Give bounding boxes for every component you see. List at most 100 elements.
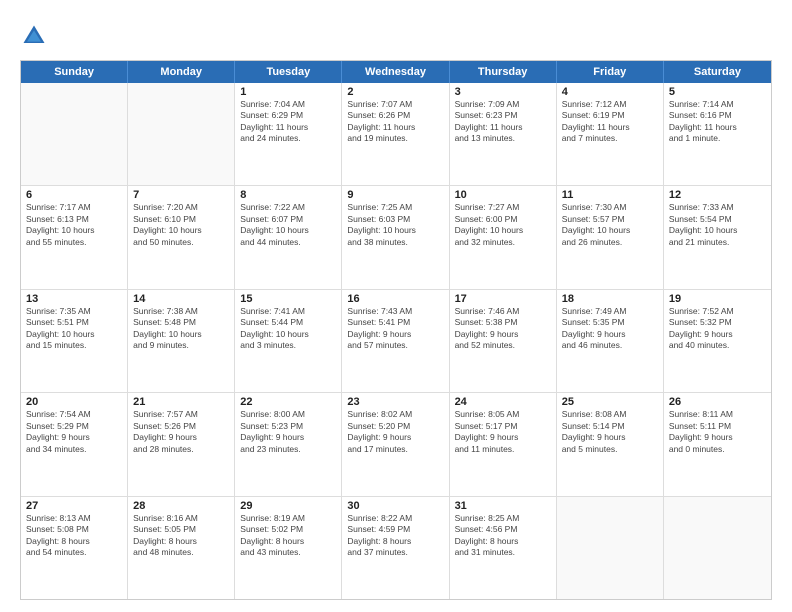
day-detail: Sunrise: 8:25 AM Sunset: 4:56 PM Dayligh… [455, 513, 551, 559]
day-number: 14 [133, 293, 229, 305]
day-number: 21 [133, 396, 229, 408]
calendar-cell: 29Sunrise: 8:19 AM Sunset: 5:02 PM Dayli… [235, 497, 342, 599]
day-number: 13 [26, 293, 122, 305]
calendar-cell: 13Sunrise: 7:35 AM Sunset: 5:51 PM Dayli… [21, 290, 128, 392]
calendar-cell: 19Sunrise: 7:52 AM Sunset: 5:32 PM Dayli… [664, 290, 771, 392]
calendar-cell: 12Sunrise: 7:33 AM Sunset: 5:54 PM Dayli… [664, 186, 771, 288]
cal-header-day: Sunday [21, 61, 128, 83]
day-number: 26 [669, 396, 766, 408]
calendar: SundayMondayTuesdayWednesdayThursdayFrid… [20, 60, 772, 600]
calendar-row: 27Sunrise: 8:13 AM Sunset: 5:08 PM Dayli… [21, 497, 771, 599]
day-number: 4 [562, 86, 658, 98]
day-detail: Sunrise: 8:22 AM Sunset: 4:59 PM Dayligh… [347, 513, 443, 559]
calendar-cell: 10Sunrise: 7:27 AM Sunset: 6:00 PM Dayli… [450, 186, 557, 288]
calendar-cell: 31Sunrise: 8:25 AM Sunset: 4:56 PM Dayli… [450, 497, 557, 599]
calendar-cell: 14Sunrise: 7:38 AM Sunset: 5:48 PM Dayli… [128, 290, 235, 392]
calendar-cell [664, 497, 771, 599]
day-detail: Sunrise: 8:11 AM Sunset: 5:11 PM Dayligh… [669, 409, 766, 455]
day-detail: Sunrise: 8:05 AM Sunset: 5:17 PM Dayligh… [455, 409, 551, 455]
day-detail: Sunrise: 8:00 AM Sunset: 5:23 PM Dayligh… [240, 409, 336, 455]
day-number: 3 [455, 86, 551, 98]
day-detail: Sunrise: 7:52 AM Sunset: 5:32 PM Dayligh… [669, 306, 766, 352]
calendar-cell [21, 83, 128, 185]
header [20, 18, 772, 50]
page: SundayMondayTuesdayWednesdayThursdayFrid… [0, 0, 792, 612]
day-number: 8 [240, 189, 336, 201]
day-number: 17 [455, 293, 551, 305]
day-number: 22 [240, 396, 336, 408]
day-number: 16 [347, 293, 443, 305]
day-number: 30 [347, 500, 443, 512]
calendar-row: 20Sunrise: 7:54 AM Sunset: 5:29 PM Dayli… [21, 393, 771, 496]
day-number: 29 [240, 500, 336, 512]
calendar-cell: 1Sunrise: 7:04 AM Sunset: 6:29 PM Daylig… [235, 83, 342, 185]
calendar-cell: 15Sunrise: 7:41 AM Sunset: 5:44 PM Dayli… [235, 290, 342, 392]
day-number: 24 [455, 396, 551, 408]
logo-icon [20, 22, 48, 50]
calendar-cell: 20Sunrise: 7:54 AM Sunset: 5:29 PM Dayli… [21, 393, 128, 495]
cal-header-day: Friday [557, 61, 664, 83]
day-detail: Sunrise: 7:17 AM Sunset: 6:13 PM Dayligh… [26, 202, 122, 248]
cal-header-day: Wednesday [342, 61, 449, 83]
calendar-cell: 21Sunrise: 7:57 AM Sunset: 5:26 PM Dayli… [128, 393, 235, 495]
calendar-cell [128, 83, 235, 185]
calendar-cell: 27Sunrise: 8:13 AM Sunset: 5:08 PM Dayli… [21, 497, 128, 599]
calendar-cell: 7Sunrise: 7:20 AM Sunset: 6:10 PM Daylig… [128, 186, 235, 288]
day-detail: Sunrise: 8:19 AM Sunset: 5:02 PM Dayligh… [240, 513, 336, 559]
day-detail: Sunrise: 7:33 AM Sunset: 5:54 PM Dayligh… [669, 202, 766, 248]
day-detail: Sunrise: 8:02 AM Sunset: 5:20 PM Dayligh… [347, 409, 443, 455]
day-detail: Sunrise: 8:16 AM Sunset: 5:05 PM Dayligh… [133, 513, 229, 559]
calendar-cell: 16Sunrise: 7:43 AM Sunset: 5:41 PM Dayli… [342, 290, 449, 392]
day-number: 25 [562, 396, 658, 408]
calendar-cell: 5Sunrise: 7:14 AM Sunset: 6:16 PM Daylig… [664, 83, 771, 185]
calendar-cell: 4Sunrise: 7:12 AM Sunset: 6:19 PM Daylig… [557, 83, 664, 185]
day-number: 19 [669, 293, 766, 305]
day-detail: Sunrise: 7:38 AM Sunset: 5:48 PM Dayligh… [133, 306, 229, 352]
day-detail: Sunrise: 7:46 AM Sunset: 5:38 PM Dayligh… [455, 306, 551, 352]
day-number: 15 [240, 293, 336, 305]
cal-header-day: Monday [128, 61, 235, 83]
calendar-cell: 18Sunrise: 7:49 AM Sunset: 5:35 PM Dayli… [557, 290, 664, 392]
day-detail: Sunrise: 7:54 AM Sunset: 5:29 PM Dayligh… [26, 409, 122, 455]
cal-header-day: Tuesday [235, 61, 342, 83]
day-number: 1 [240, 86, 336, 98]
day-detail: Sunrise: 7:49 AM Sunset: 5:35 PM Dayligh… [562, 306, 658, 352]
day-detail: Sunrise: 7:35 AM Sunset: 5:51 PM Dayligh… [26, 306, 122, 352]
calendar-cell: 11Sunrise: 7:30 AM Sunset: 5:57 PM Dayli… [557, 186, 664, 288]
calendar-cell: 6Sunrise: 7:17 AM Sunset: 6:13 PM Daylig… [21, 186, 128, 288]
calendar-row: 1Sunrise: 7:04 AM Sunset: 6:29 PM Daylig… [21, 83, 771, 186]
day-number: 11 [562, 189, 658, 201]
calendar-cell: 2Sunrise: 7:07 AM Sunset: 6:26 PM Daylig… [342, 83, 449, 185]
day-detail: Sunrise: 7:27 AM Sunset: 6:00 PM Dayligh… [455, 202, 551, 248]
day-detail: Sunrise: 7:09 AM Sunset: 6:23 PM Dayligh… [455, 99, 551, 145]
day-detail: Sunrise: 7:43 AM Sunset: 5:41 PM Dayligh… [347, 306, 443, 352]
day-detail: Sunrise: 7:07 AM Sunset: 6:26 PM Dayligh… [347, 99, 443, 145]
day-detail: Sunrise: 8:13 AM Sunset: 5:08 PM Dayligh… [26, 513, 122, 559]
day-detail: Sunrise: 7:22 AM Sunset: 6:07 PM Dayligh… [240, 202, 336, 248]
day-detail: Sunrise: 7:20 AM Sunset: 6:10 PM Dayligh… [133, 202, 229, 248]
calendar-row: 6Sunrise: 7:17 AM Sunset: 6:13 PM Daylig… [21, 186, 771, 289]
calendar-body: 1Sunrise: 7:04 AM Sunset: 6:29 PM Daylig… [21, 83, 771, 599]
calendar-cell: 25Sunrise: 8:08 AM Sunset: 5:14 PM Dayli… [557, 393, 664, 495]
day-detail: Sunrise: 7:57 AM Sunset: 5:26 PM Dayligh… [133, 409, 229, 455]
day-number: 23 [347, 396, 443, 408]
day-number: 31 [455, 500, 551, 512]
calendar-cell: 22Sunrise: 8:00 AM Sunset: 5:23 PM Dayli… [235, 393, 342, 495]
day-number: 18 [562, 293, 658, 305]
cal-header-day: Saturday [664, 61, 771, 83]
calendar-cell: 17Sunrise: 7:46 AM Sunset: 5:38 PM Dayli… [450, 290, 557, 392]
calendar-cell [557, 497, 664, 599]
day-number: 28 [133, 500, 229, 512]
day-number: 9 [347, 189, 443, 201]
day-number: 12 [669, 189, 766, 201]
day-detail: Sunrise: 7:04 AM Sunset: 6:29 PM Dayligh… [240, 99, 336, 145]
day-detail: Sunrise: 7:30 AM Sunset: 5:57 PM Dayligh… [562, 202, 658, 248]
day-detail: Sunrise: 7:14 AM Sunset: 6:16 PM Dayligh… [669, 99, 766, 145]
day-number: 6 [26, 189, 122, 201]
calendar-header: SundayMondayTuesdayWednesdayThursdayFrid… [21, 61, 771, 83]
calendar-cell: 28Sunrise: 8:16 AM Sunset: 5:05 PM Dayli… [128, 497, 235, 599]
cal-header-day: Thursday [450, 61, 557, 83]
calendar-cell: 30Sunrise: 8:22 AM Sunset: 4:59 PM Dayli… [342, 497, 449, 599]
day-detail: Sunrise: 7:12 AM Sunset: 6:19 PM Dayligh… [562, 99, 658, 145]
day-detail: Sunrise: 8:08 AM Sunset: 5:14 PM Dayligh… [562, 409, 658, 455]
